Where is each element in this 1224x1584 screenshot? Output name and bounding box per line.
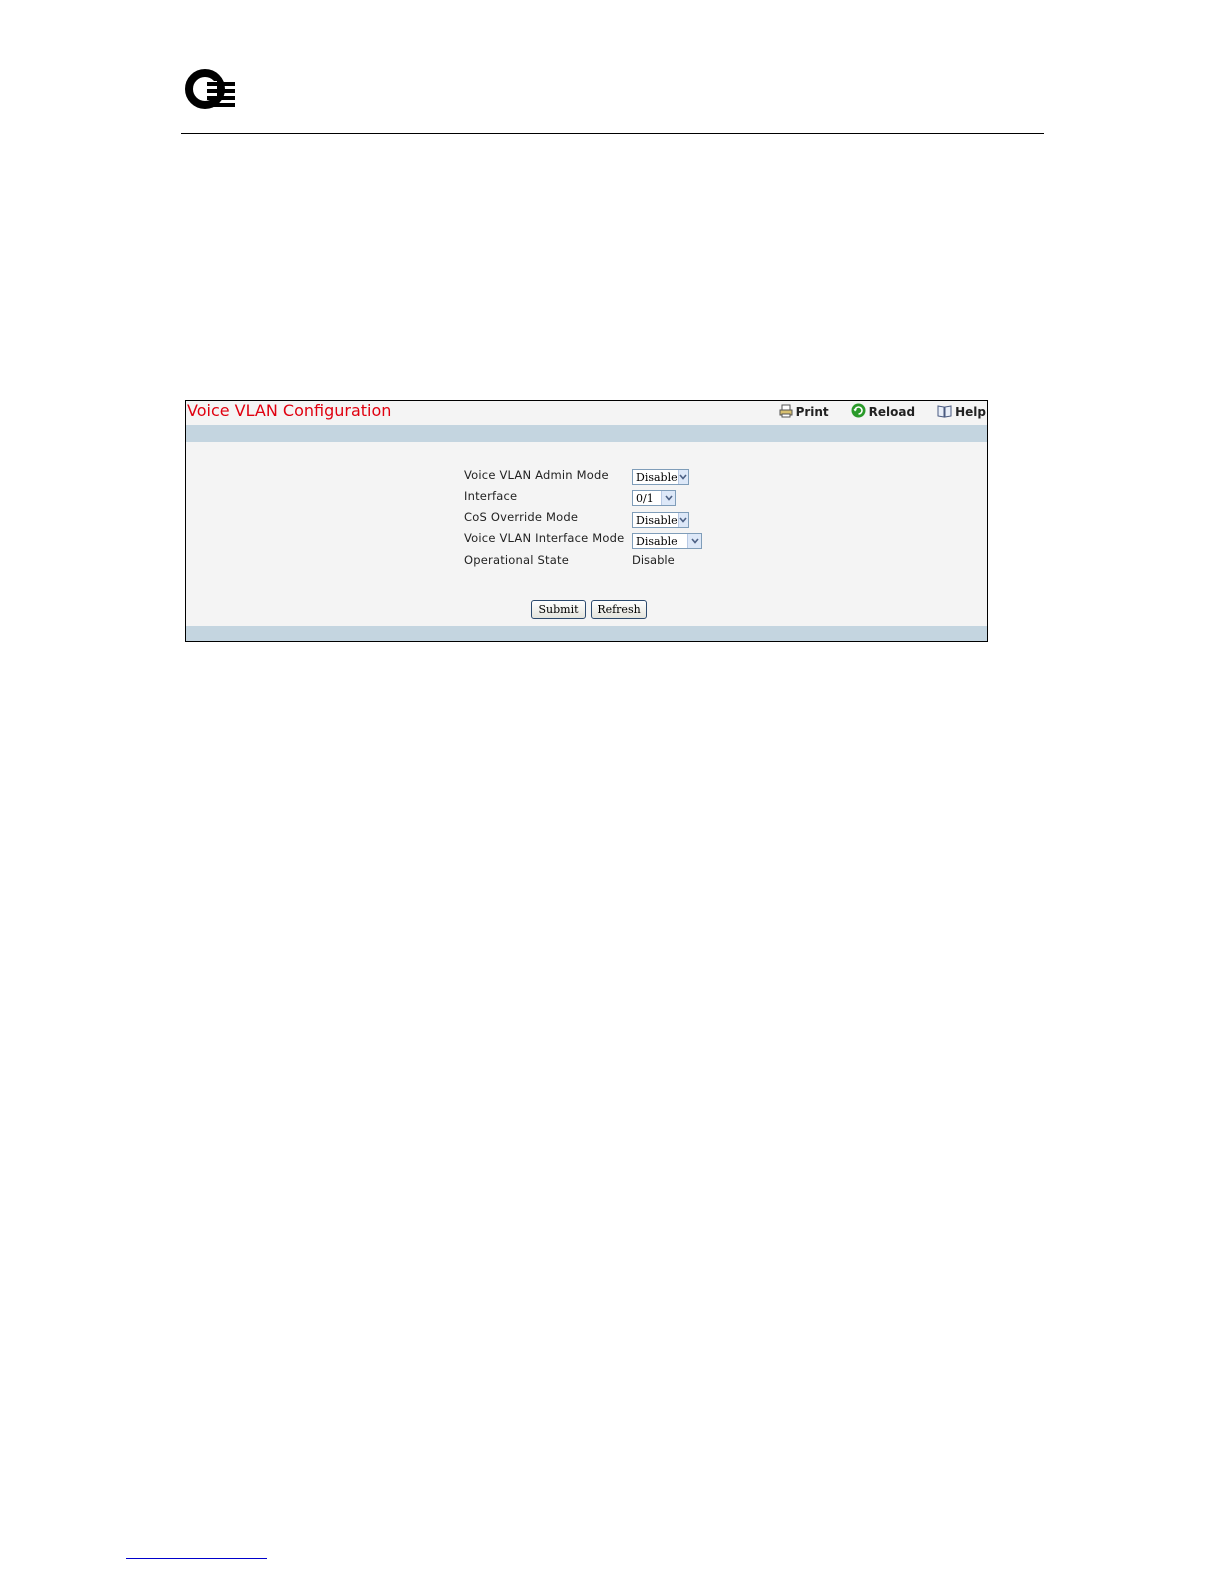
cos-override-value: Disable [636,513,678,527]
footer-underline [126,1558,267,1559]
interface-value: 0/1 [636,491,654,505]
reload-icon [851,403,869,421]
cos-override-label: CoS Override Mode [464,510,579,524]
operational-state-label: Operational State [464,553,569,567]
interface-mode-label: Voice VLAN Interface Mode [464,531,625,545]
header-band [186,425,987,442]
header-divider [181,133,1044,134]
print-label: Print [795,405,829,419]
chevron-down-icon [661,491,675,505]
help-button[interactable]: Help [937,404,986,421]
voice-vlan-config-panel: Voice VLAN Configuration Print Reload He… [185,400,988,642]
print-button[interactable]: Print [779,404,829,421]
admin-mode-value: Disable [636,470,678,484]
operational-state-value: Disable [632,553,675,567]
admin-mode-label: Voice VLAN Admin Mode [464,468,609,482]
toolbar: Print Reload Help [757,403,986,421]
cos-override-select[interactable]: Disable [632,512,689,528]
printer-icon [779,404,796,421]
company-logo [185,66,237,112]
interface-mode-value: Disable [636,534,678,548]
page-title: Voice VLAN Configuration [187,401,392,420]
footer-band [186,626,987,641]
help-book-icon [937,404,955,421]
chevron-down-icon [677,470,688,484]
interface-label: Interface [464,489,518,503]
admin-mode-select[interactable]: Disable [632,469,689,485]
help-label: Help [955,405,986,419]
interface-mode-select[interactable]: Disable [632,533,702,549]
reload-button[interactable]: Reload [851,403,915,421]
reload-label: Reload [868,405,916,419]
submit-button[interactable]: Submit [531,600,586,619]
interface-select[interactable]: 0/1 [632,490,676,506]
refresh-button[interactable]: Refresh [591,600,647,619]
chevron-down-icon [687,534,701,548]
chevron-down-icon [677,513,688,527]
